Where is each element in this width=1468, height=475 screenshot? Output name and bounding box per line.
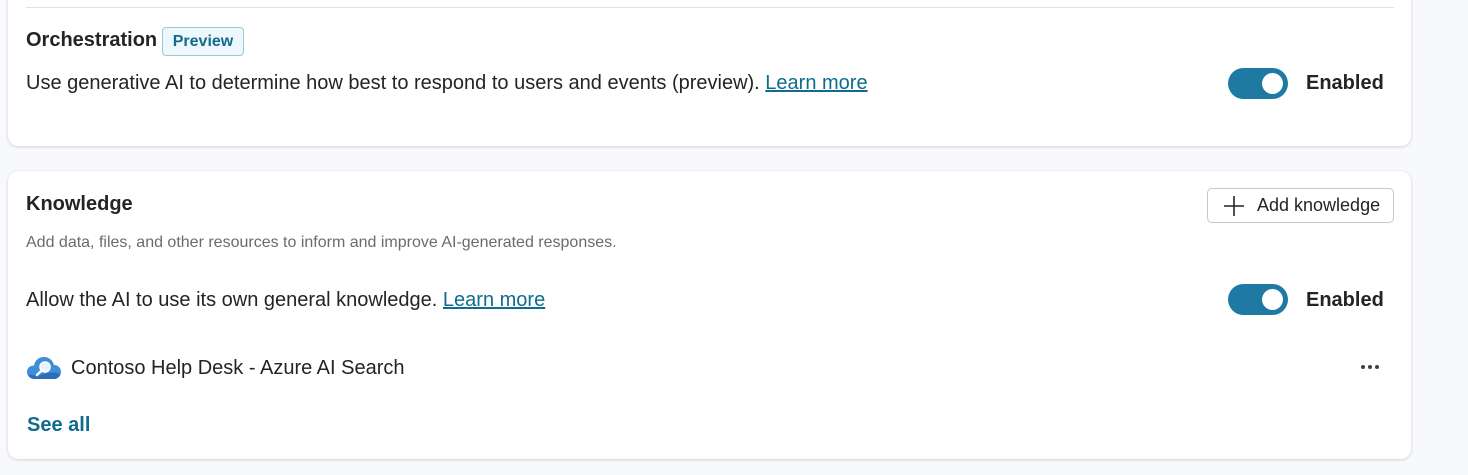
orchestration-card: Orchestration Preview Use generative AI … — [8, 0, 1411, 146]
orchestration-description-text: Use generative AI to determine how best … — [26, 72, 766, 94]
general-knowledge-toggle[interactable] — [1228, 284, 1288, 315]
more-options-button[interactable] — [1356, 355, 1384, 379]
knowledge-card: Knowledge Add knowledge Add data, files,… — [8, 171, 1411, 459]
general-knowledge-toggle-label: Enabled — [1306, 289, 1384, 311]
general-knowledge-text: Allow the AI to use its own general know… — [26, 289, 443, 311]
more-dot — [1368, 365, 1372, 369]
add-knowledge-button[interactable]: Add knowledge — [1207, 188, 1394, 223]
knowledge-subtitle: Add data, files, and other resources to … — [26, 234, 617, 251]
knowledge-source-item: Contoso Help Desk - Azure AI Search — [26, 353, 405, 383]
more-dot — [1361, 365, 1365, 369]
plus-icon — [1224, 195, 1244, 216]
orchestration-toggle[interactable] — [1228, 68, 1288, 99]
azure-ai-search-icon — [27, 357, 61, 379]
general-knowledge-learn-more-link[interactable]: Learn more — [443, 289, 545, 311]
divider — [26, 7, 1394, 8]
general-knowledge-description: Allow the AI to use its own general know… — [26, 289, 545, 312]
orchestration-toggle-label: Enabled — [1306, 72, 1384, 94]
more-dot — [1375, 365, 1379, 369]
orchestration-title: Orchestration — [26, 29, 158, 51]
see-all-link[interactable]: See all — [27, 414, 90, 437]
orchestration-learn-more-link[interactable]: Learn more — [765, 72, 867, 94]
toggle-knob — [1262, 73, 1283, 94]
orchestration-description: Use generative AI to determine how best … — [26, 72, 868, 95]
toggle-knob — [1262, 289, 1283, 310]
knowledge-source-name: Contoso Help Desk - Azure AI Search — [71, 356, 405, 379]
knowledge-title: Knowledge — [26, 193, 133, 215]
add-knowledge-label: Add knowledge — [1257, 195, 1381, 215]
preview-badge: Preview — [162, 27, 244, 56]
